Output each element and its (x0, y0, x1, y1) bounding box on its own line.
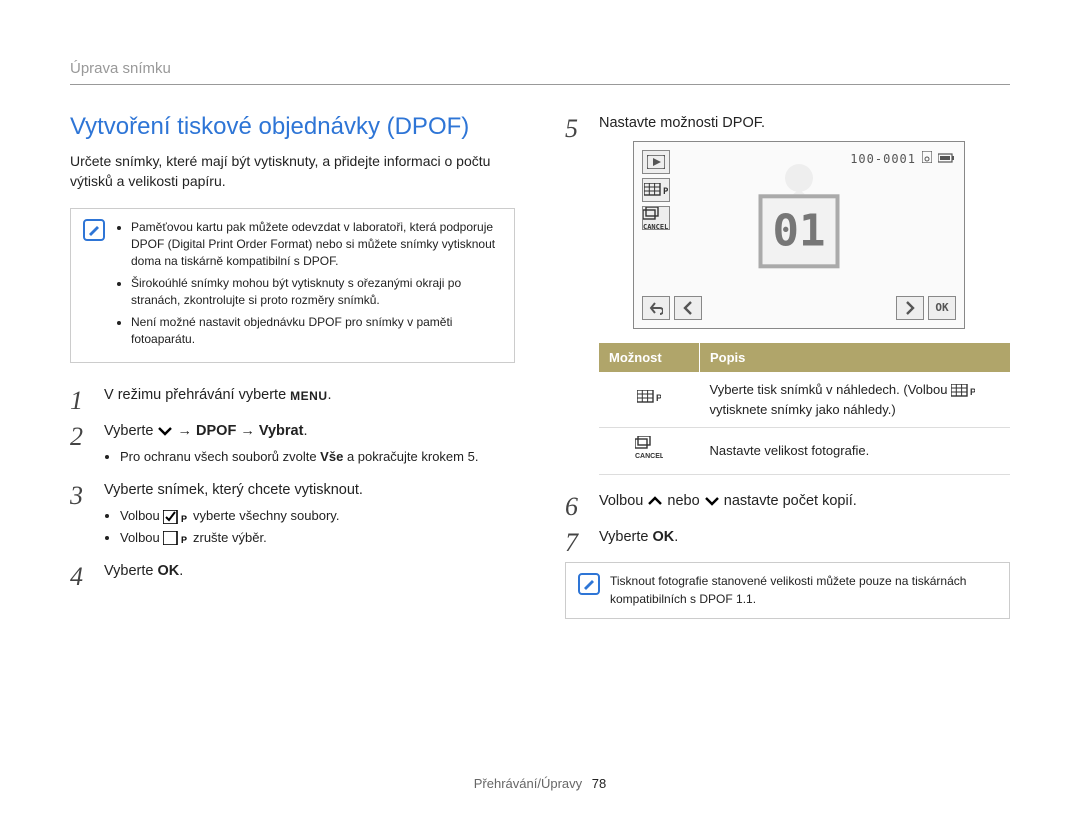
checkbox-checked-icon: P (163, 510, 189, 524)
note1-item: Paměťovou kartu pak můžete odevzdat v la… (131, 219, 502, 271)
step-6-post: nastavte počet kopií. (724, 493, 857, 509)
size-cancel-icon (599, 428, 700, 475)
table-row: Vyberte tisk snímků v náhledech. (Volbou… (599, 372, 1010, 428)
storage-icon (922, 150, 932, 168)
th-option: Možnost (599, 343, 700, 373)
chevron-left-icon[interactable] (674, 296, 702, 320)
step-2: 2 Vyberte → DPOF → Vybrat. Pro ochranu v… (70, 421, 515, 466)
play-button-icon[interactable] (642, 150, 670, 174)
step-6: 6 Volbou nebo nastavte počet kopií. (565, 491, 1010, 513)
lcd-preview: 100-0001 01 (633, 141, 965, 329)
step-1-post: . (328, 387, 332, 403)
grid-icon[interactable] (642, 178, 670, 202)
step-2-sub-bold: Vše (320, 449, 343, 464)
step-3: 3 Vyberte snímek, který chcete vytisknou… (70, 480, 515, 547)
step-3-sub2-pre: Volbou (120, 530, 163, 545)
step-2-sub: Pro ochranu všech souborů zvolte Vše a p… (120, 447, 515, 467)
battery-icon (938, 150, 954, 168)
table-row: Nastavte velikost fotografie. (599, 428, 1010, 475)
chevron-down-icon (157, 424, 173, 438)
ok-button[interactable]: OK (928, 296, 956, 320)
step-1-text: V režimu přehrávání vyberte (104, 387, 290, 403)
chevron-up-icon (647, 494, 663, 508)
step-4: 4 Vyberte OK. (70, 561, 515, 583)
back-icon[interactable] (642, 296, 670, 320)
step-2-pre: Vyberte (104, 423, 157, 439)
step-2-mid: → DPOF → Vybrat (178, 423, 304, 439)
note2-text: Tisknout fotografie stanovené velikosti … (610, 573, 997, 608)
size-cancel-icon[interactable] (642, 206, 670, 230)
step-3-sub1-post: vyberte všechny soubory. (193, 508, 339, 523)
step-6-mid: nebo (667, 493, 703, 509)
step-7-post: . (674, 529, 678, 545)
page-title: Vytvoření tiskové objednávky (DPOF) (70, 113, 515, 141)
step-7: 7 Vyberte OK. (565, 527, 1010, 549)
step-3-text: Vyberte snímek, který chcete vytisknout. (104, 482, 363, 498)
step-4-pre: Vyberte (104, 563, 157, 579)
note1-item: Není možné nastavit objednávku DPOF pro … (131, 314, 502, 349)
step-3-sub2-post: zrušte výběr. (193, 530, 267, 545)
ok-icon: OK (652, 529, 674, 545)
svg-text:P: P (181, 514, 187, 524)
step-4-post: . (179, 563, 183, 579)
grid-icon (951, 384, 975, 398)
note-box-2: Tisknout fotografie stanovené velikosti … (565, 562, 1010, 619)
footer-section: Přehrávání/Úpravy (474, 776, 582, 791)
row1-pre: Vyberte tisk snímků v náhledech. (Volbou (710, 382, 952, 397)
note1-item: Širokoúhlé snímky mohou být vytisknuty s… (131, 275, 502, 310)
row2-text: Nastavte velikost fotografie. (700, 428, 1011, 475)
note-box-1: Paměťovou kartu pak můžete odevzdat v la… (70, 208, 515, 364)
intro-text: Určete snímky, které mají být vytisknuty… (70, 151, 515, 192)
footer: Přehrávání/Úpravy 78 (0, 776, 1080, 791)
page-number: 78 (592, 776, 606, 791)
step-3-sub2: Volbou zrušte výběr. (120, 528, 515, 548)
grid-icon (599, 372, 700, 428)
lcd-count: 01 (759, 194, 840, 268)
step-7-pre: Vyberte (599, 529, 652, 545)
checkbox-empty-icon (163, 531, 189, 545)
row1-post: vytisknete snímky jako náhledy.) (710, 402, 896, 417)
pencil-icon (83, 219, 105, 241)
step-5-text: Nastavte možnosti DPOF. (599, 115, 765, 131)
step-3-sub1-pre: Volbou (120, 508, 163, 523)
step-2-post: . (303, 423, 307, 439)
step-5: 5 Nastavte možnosti DPOF. 100-0001 (565, 113, 1010, 475)
step-1: 1 V režimu přehrávání vyberte MENU. (70, 385, 515, 407)
step-3-sub1: Volbou P vyberte všechny soubory. (120, 506, 515, 526)
chevron-down-icon (704, 494, 720, 508)
step-6-pre: Volbou (599, 493, 647, 509)
th-desc: Popis (700, 343, 1011, 373)
step-2-sub-pre: Pro ochranu všech souborů zvolte (120, 449, 320, 464)
step-2-sub-post: a pokračujte krokem 5. (347, 449, 479, 464)
ok-icon: OK (157, 563, 179, 579)
pencil-icon (578, 573, 600, 595)
options-table: Možnost Popis Vyberte tisk snímků v náhl… (599, 343, 1010, 475)
lcd-counter: 100-0001 (850, 150, 916, 168)
chevron-right-icon[interactable] (896, 296, 924, 320)
breadcrumb: Úprava snímku (70, 60, 171, 77)
menu-icon: MENU (290, 389, 327, 403)
